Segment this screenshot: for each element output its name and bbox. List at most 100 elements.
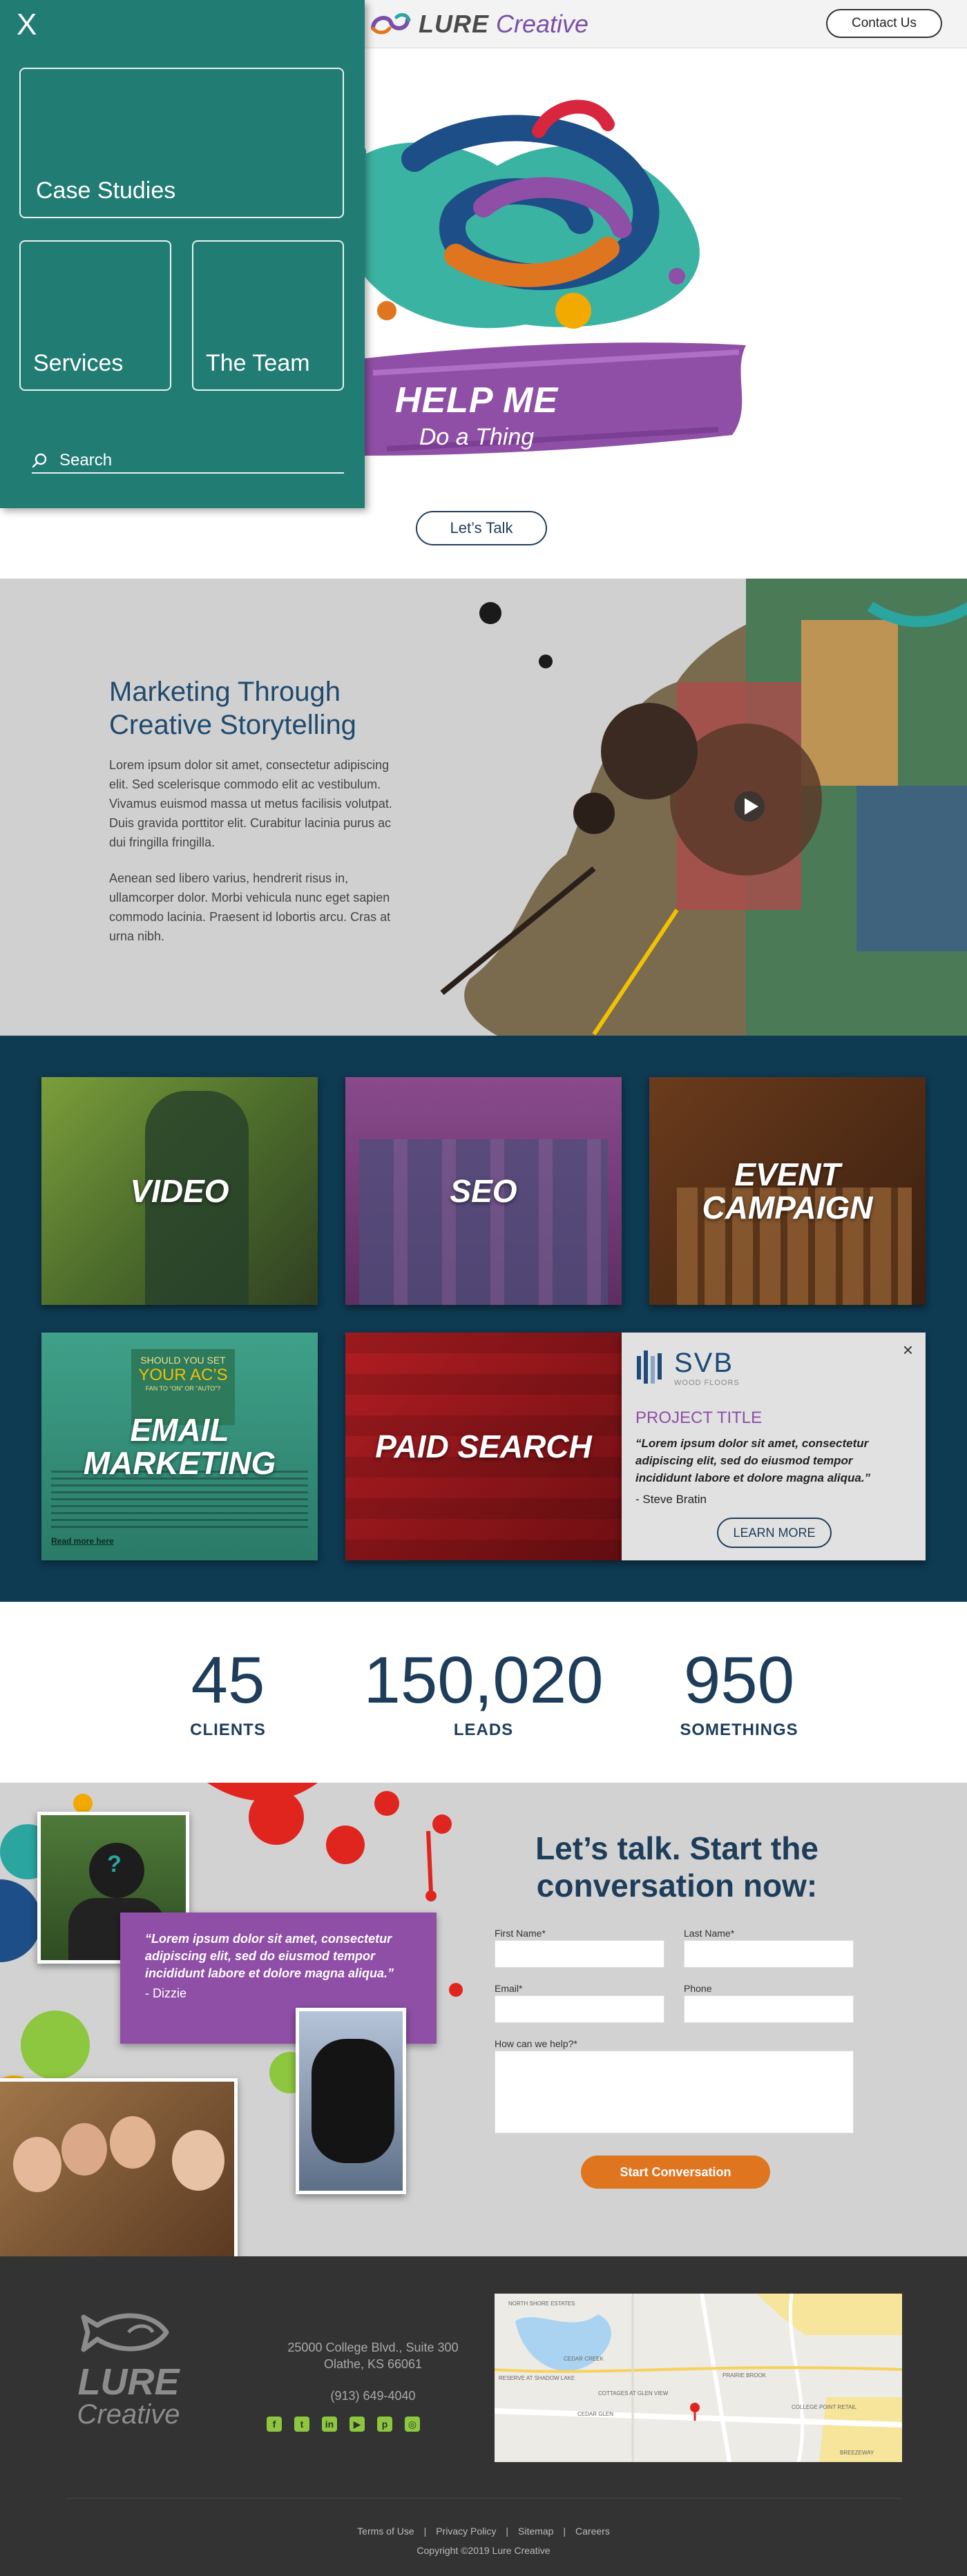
facebook-icon[interactable]: f xyxy=(267,2417,282,2432)
menu-close-button[interactable]: X xyxy=(17,10,37,40)
linkedin-icon[interactable]: in xyxy=(322,2417,337,2432)
careers-link[interactable]: Careers xyxy=(575,2526,610,2537)
stat-number: 45 xyxy=(191,1643,265,1717)
team-photo-splash xyxy=(440,579,967,1036)
contact-quote: “Lorem ipsum dolor sit amet, consectetur… xyxy=(145,1932,394,1980)
first-name-input[interactable] xyxy=(495,1940,664,1968)
stat-label: CLIENTS xyxy=(190,1721,266,1739)
footer-logo-top: LURE xyxy=(77,2361,180,2403)
link-separator: | xyxy=(423,2526,427,2537)
face-2 xyxy=(61,2123,107,2176)
map-label: CEDAR CREEK xyxy=(564,2356,604,2362)
email-label: Email* xyxy=(495,1983,523,1994)
service-card-seo[interactable]: SEO xyxy=(345,1077,622,1305)
service-card-label: EMAIL MARKETING xyxy=(83,1412,276,1481)
stats-section: 45 CLIENTS 150,020 LEADS 950 SOMETHINGS xyxy=(0,1602,967,1783)
location-map[interactable]: NORTH SHORE ESTATES CEDAR CREEK RESERVE … xyxy=(495,2294,902,2462)
start-conversation-button[interactable]: Start Conversation xyxy=(581,2156,770,2189)
menu-tile-label: Case Studies xyxy=(36,177,176,204)
marketing-paragraph-2: Aenean sed libero varius, hendrerit risu… xyxy=(109,871,391,943)
map-label: RESERVE AT SHADOW LAKE xyxy=(499,2375,575,2381)
contact-us-button[interactable]: Contact Us xyxy=(826,9,942,38)
map-label: COLLEGE POINT RETAIL xyxy=(792,2404,856,2410)
instagram-icon[interactable]: ◎ xyxy=(405,2417,420,2432)
svb-logo: SVB WOOD FLOORS xyxy=(635,1346,740,1388)
youtube-icon[interactable]: ▶ xyxy=(350,2417,365,2432)
email-input[interactable] xyxy=(495,1995,664,2023)
email-card-read-more[interactable]: Read more here xyxy=(51,1536,114,1546)
social-links: f t in ▶ p ◎ xyxy=(267,2417,420,2432)
pinterest-icon[interactable]: p xyxy=(377,2417,392,2432)
address-line-1: 25000 College Blvd., Suite 300 xyxy=(287,2341,459,2354)
menu-tile-services[interactable]: Services xyxy=(19,240,171,391)
footer-phone[interactable]: (913) 649-4040 xyxy=(235,2389,511,2403)
testimonial-project-title: PROJECT TITLE xyxy=(635,1408,763,1427)
photo-team-group xyxy=(0,2078,238,2256)
menu-tile-case-studies[interactable]: Case Studies xyxy=(19,68,344,218)
service-card-label: VIDEO xyxy=(130,1173,229,1209)
testimonial-author: - Steve Bratin xyxy=(635,1493,707,1506)
footer-logo[interactable]: LURE Creative xyxy=(66,2312,191,2428)
privacy-link[interactable]: Privacy Policy xyxy=(436,2526,496,2537)
footer-logo-bottom: Creative xyxy=(77,2399,180,2430)
stat-number: 950 xyxy=(683,1643,795,1717)
stat-number: 150,020 xyxy=(363,1643,604,1717)
help-textarea[interactable] xyxy=(495,2051,854,2133)
marketing-title: Marketing Through Creative Storytelling xyxy=(109,677,356,740)
svb-mark-icon xyxy=(637,1350,662,1384)
email-card-line1: SHOULD YOU SET xyxy=(140,1355,226,1366)
logo-wordmark-bold: LURE xyxy=(419,10,489,38)
face-4 xyxy=(172,2130,224,2191)
service-card-label: SEO xyxy=(450,1173,517,1209)
fish-logo-icon xyxy=(81,2313,169,2352)
stat-somethings: 950 SOMETHINGS xyxy=(663,1646,815,1740)
menu-search-field[interactable]: Search xyxy=(32,449,344,474)
search-icon xyxy=(32,453,47,468)
stat-leads: 150,020 LEADS xyxy=(352,1646,615,1740)
link-separator: | xyxy=(563,2526,566,2537)
phone-input[interactable] xyxy=(684,1995,854,2023)
map-label: BREEZEWAY xyxy=(840,2450,874,2456)
service-card-paid-search[interactable]: PAID SEARCH xyxy=(345,1333,622,1560)
email-card-line3: FAN TO “ON” OR “AUTO”? xyxy=(145,1385,221,1392)
svb-brand: SVB xyxy=(674,1347,734,1378)
lets-talk-button[interactable]: Let’s Talk xyxy=(416,511,547,545)
search-placeholder: Search xyxy=(59,451,113,469)
contact-quote-author: - Dizzie xyxy=(145,1986,187,2000)
hero-headline: HELP ME xyxy=(394,380,559,420)
question-mark-icon: ? xyxy=(107,1851,122,1877)
terms-link[interactable]: Terms of Use xyxy=(357,2526,414,2537)
contact-title: Let’s talk. Start the conversation now: xyxy=(535,1830,818,1904)
face-3 xyxy=(110,2116,155,2169)
hero-headline-block: HELP ME Do a Thing xyxy=(373,380,580,451)
marketing-section: Marketing Through Creative Storytelling … xyxy=(0,579,967,1036)
menu-tile-label: The Team xyxy=(206,350,310,376)
footer-links: Terms of Use | Privacy Policy | Sitemap … xyxy=(0,2526,967,2537)
sitemap-link[interactable]: Sitemap xyxy=(518,2526,553,2537)
phone-label: Phone xyxy=(684,1983,712,1994)
learn-more-button[interactable]: LEARN MORE xyxy=(717,1518,832,1548)
menu-tile-label: Services xyxy=(33,350,124,376)
page: LURE Creative Contact Us HELP ME Do a Th… xyxy=(0,0,967,2576)
footer: LURE Creative 25000 College Blvd., Suite… xyxy=(0,2256,967,2576)
service-card-video[interactable]: VIDEO xyxy=(41,1077,318,1305)
svb-brand-sub: WOOD FLOORS xyxy=(674,1378,740,1387)
header-logo[interactable]: LURE Creative xyxy=(369,8,588,40)
last-name-input[interactable] xyxy=(684,1940,854,1968)
footer-divider xyxy=(66,2498,902,2499)
last-name-label: Last Name* xyxy=(684,1928,735,1939)
testimonial-quote: “Lorem ipsum dolor sit amet, consectetur… xyxy=(635,1437,871,1484)
map-label: NORTH SHORE ESTATES xyxy=(508,2301,575,2307)
service-card-label: PAID SEARCH xyxy=(375,1429,592,1464)
seo-card-image xyxy=(359,1139,608,1305)
side-menu: X Case Studies Services The Team Search xyxy=(0,0,365,508)
service-card-event-campaign[interactable]: EVENT CAMPAIGN xyxy=(649,1077,926,1305)
menu-tile-the-team[interactable]: The Team xyxy=(192,240,344,391)
service-card-email-marketing[interactable]: SHOULD YOU SET YOUR AC’S FAN TO “ON” OR … xyxy=(41,1333,318,1560)
footer-address: 25000 College Blvd., Suite 300 Olathe, K… xyxy=(235,2339,511,2372)
swirl-logo-icon xyxy=(371,13,411,35)
twitter-icon[interactable]: t xyxy=(294,2417,309,2432)
help-label: How can we help?* xyxy=(495,2038,577,2049)
address-line-2: Olathe, KS 66061 xyxy=(323,2357,423,2371)
close-icon[interactable]: × xyxy=(903,1339,913,1361)
